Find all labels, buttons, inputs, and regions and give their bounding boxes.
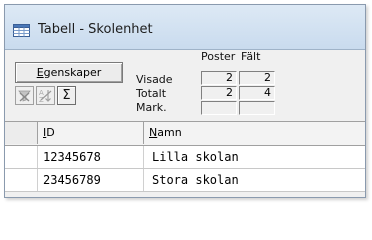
column-header-id-rest: D [46,126,55,139]
table-row[interactable]: 23456789 Stora skolan [5,169,365,192]
window-title: Tabell - Skolenhet [38,22,153,37]
stats-label-totalt: Totalt [136,87,167,100]
cell-divider [143,169,144,191]
stats-label-visade: Visade [136,73,173,86]
stat-totalt-poster: 2 [201,86,237,100]
column-header-id[interactable]: ID [43,126,55,139]
sort-az-icon: A Z [39,89,52,104]
control-panel: Egenskaper A Z Σ Poster Fält Visade Tota… [5,50,365,121]
clear-filter-button[interactable] [15,86,34,105]
row-divider [37,146,38,168]
stats-label-mark: Mark. [136,101,167,114]
table-icon [13,24,30,37]
column-header-namn-rest: amn [157,126,182,139]
properties-button-label: genskaper [43,66,102,79]
title-bar[interactable]: Tabell - Skolenhet [5,5,365,50]
sum-icon: Σ [62,88,71,103]
sort-button[interactable]: A Z [36,86,55,105]
stat-mark-falt [239,101,275,115]
stats-header-falt: Fält [241,50,261,63]
row-selector-corner[interactable] [5,122,38,144]
cell-id[interactable]: 23456789 [43,173,101,187]
properties-button[interactable]: Egenskaper [15,62,123,83]
column-divider[interactable] [143,122,144,144]
cell-namn[interactable]: Lilla skolan [152,150,239,164]
cell-divider [143,146,144,168]
grid-header: ID Namn [5,121,365,146]
stat-totalt-falt: 4 [239,86,275,100]
row-divider [37,169,38,191]
column-header-namn-mnemonic: N [149,126,158,139]
table-row[interactable]: 12345678 Lilla skolan [5,146,365,169]
cell-namn[interactable]: Stora skolan [152,173,239,187]
stat-mark-poster [201,101,237,115]
table-window: Tabell - Skolenhet Egenskaper A Z Σ Post… [4,4,366,198]
cell-id[interactable]: 12345678 [43,150,101,164]
clear-filter-icon [18,90,31,102]
stats-header-poster: Poster [201,50,236,63]
sum-button[interactable]: Σ [57,86,76,105]
column-header-namn[interactable]: Namn [149,126,182,139]
stat-visade-poster: 2 [201,71,237,85]
stat-visade-falt: 2 [239,71,275,85]
properties-button-mnemonic: E [36,66,44,79]
